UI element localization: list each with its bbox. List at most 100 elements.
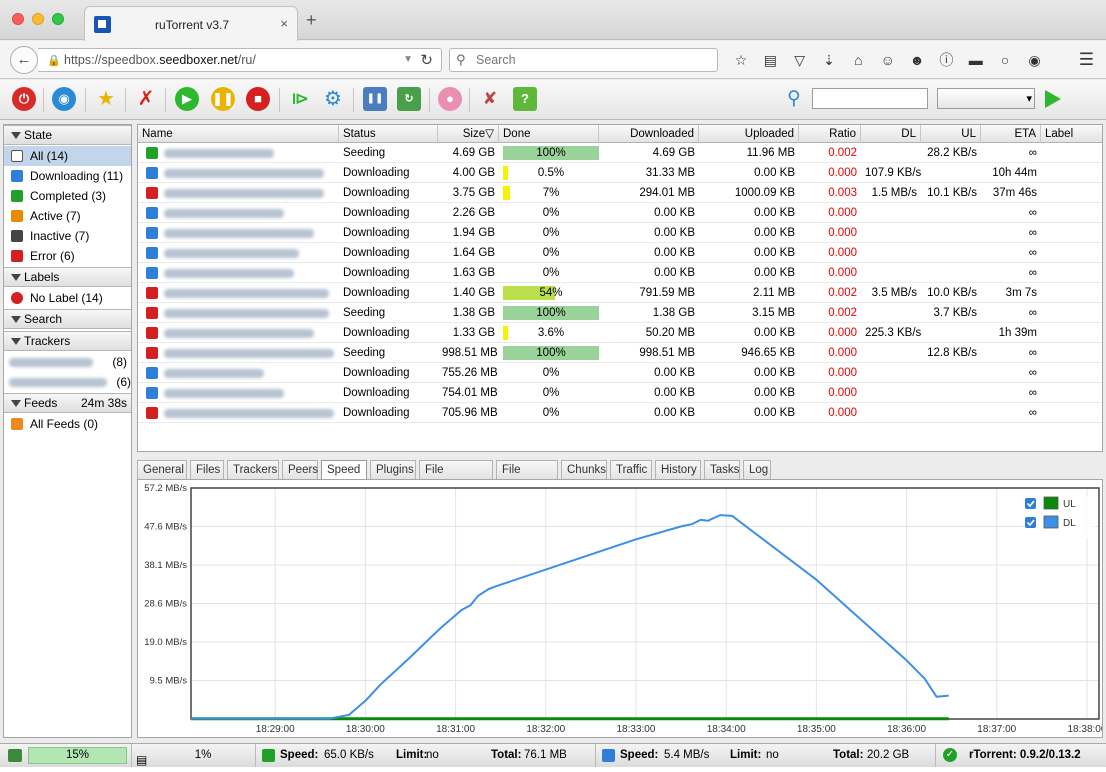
col-ul[interactable]: UL xyxy=(921,125,981,143)
table-row[interactable]: Downloading 3.75 GB 294.01 MB 1000.09 KB 0.0… xyxy=(138,183,1102,203)
magnifier-icon[interactable]: ⚲ xyxy=(782,87,806,111)
globe-add-url-icon[interactable]: ◉ xyxy=(52,87,76,111)
home-icon[interactable]: ⌂ xyxy=(845,52,871,68)
table-row[interactable]: Downloading 1.94 GB 0.00 KB 0.00 KB 0.000 ∞ 0% xyxy=(138,223,1102,243)
emoji-icon[interactable]: ☺ xyxy=(875,52,901,68)
labels-header[interactable]: Labels xyxy=(4,267,131,287)
col-downloaded[interactable]: Downloaded xyxy=(599,125,699,143)
pause-all-icon[interactable]: ❚❚ xyxy=(363,87,387,111)
tab-file-manager[interactable]: File Manager xyxy=(419,460,493,494)
feeds-header[interactable]: Feeds 24m 38s xyxy=(4,393,131,413)
table-row[interactable]: Downloading 1.33 GB 50.20 MB 0.00 KB 0.000 22… xyxy=(138,323,1102,343)
search-engine-select[interactable] xyxy=(937,88,1035,109)
browser-tab[interactable]: ruTorrent v3.7 × xyxy=(84,6,298,41)
search-go-icon[interactable] xyxy=(1045,90,1061,108)
power-icon[interactable]: ⏻ xyxy=(12,87,36,111)
legend-checkbox-dl[interactable] xyxy=(1025,517,1036,528)
tab-log[interactable]: Log xyxy=(743,460,771,480)
table-row[interactable]: Downloading 2.26 GB 0.00 KB 0.00 KB 0.000 ∞ 0% xyxy=(138,203,1102,223)
sidebar-item-tracker[interactable]: (8) xyxy=(9,353,131,371)
close-window-button[interactable] xyxy=(12,13,24,25)
tab-tasks[interactable]: Tasks xyxy=(704,460,740,480)
zoom-window-button[interactable] xyxy=(52,13,64,25)
reload-icon[interactable]: ↻ xyxy=(420,51,433,69)
download-status[interactable]: Speed: 5.4 MB/s Limit: no Total: 20.2 GB xyxy=(596,744,936,767)
col-size[interactable]: Size▽ xyxy=(438,125,499,143)
rss-icon[interactable]: ⧐ xyxy=(288,87,312,111)
ruler-icon[interactable]: ▬ xyxy=(963,52,989,68)
sidebar-item-no-label[interactable]: No Label (14) xyxy=(4,288,131,308)
new-tab-button[interactable]: + xyxy=(306,11,317,29)
refresh-all-icon[interactable]: ↻ xyxy=(397,87,421,111)
start-icon[interactable]: ▶ xyxy=(175,87,199,111)
sidebar-item-state[interactable]: Inactive (7) xyxy=(4,226,131,246)
cell-dl xyxy=(861,403,921,423)
sidebar-item-state[interactable]: Active (7) xyxy=(4,206,131,226)
cupcake-icon[interactable]: ● xyxy=(438,87,462,111)
trackers-header[interactable]: Trackers xyxy=(4,331,131,351)
col-label[interactable]: Label xyxy=(1041,125,1102,143)
pocket-icon[interactable]: ▽ xyxy=(787,52,813,69)
browser-search-input[interactable]: ⚲ Search xyxy=(449,48,718,72)
table-row[interactable]: Downloading 1.64 GB 0.00 KB 0.00 KB 0.000 ∞ 0% xyxy=(138,243,1102,263)
url-bar[interactable]: 🔒 https://speedbox.seedboxer.net/ru/ ▼ ↻ xyxy=(38,48,442,72)
col-status[interactable]: Status xyxy=(339,125,438,143)
col-uploaded[interactable]: Uploaded xyxy=(699,125,799,143)
table-row[interactable]: Seeding 1.38 GB 1.38 GB 3.15 MB 0.002 3.7 KB/… xyxy=(138,303,1102,323)
table-row[interactable]: Seeding 998.51 MB 998.51 MB 946.65 KB 0.000 1… xyxy=(138,343,1102,363)
monkey-icon[interactable]: ◉ xyxy=(1021,52,1047,69)
table-row[interactable]: Downloading 4.00 GB 31.33 MB 0.00 KB 0.000 10… xyxy=(138,163,1102,183)
sidebar-item-state[interactable]: All (14) xyxy=(4,146,131,166)
star-icon[interactable]: ★ xyxy=(94,87,118,111)
upload-status[interactable]: Speed: 65.0 KB/s Limit: no Total: 76.1 M… xyxy=(256,744,596,767)
sidebar-item-state[interactable]: Completed (3) xyxy=(4,186,131,206)
bookmark-star-icon[interactable]: ☆ xyxy=(728,52,754,69)
tab-file-share[interactable]: File Share xyxy=(496,460,558,494)
stop-icon[interactable]: ■ xyxy=(246,87,270,111)
table-row[interactable]: Downloading 754.01 MB 0.00 KB 0.00 KB 0.000 ∞… xyxy=(138,383,1102,403)
col-eta[interactable]: ETA xyxy=(981,125,1041,143)
tab-trackers[interactable]: Trackers xyxy=(227,460,279,480)
chat-icon[interactable]: ☻ xyxy=(904,52,930,68)
table-row[interactable]: Downloading 705.96 MB 0.00 KB 0.00 KB 0.000 ∞… xyxy=(138,403,1102,423)
tab-general[interactable]: General xyxy=(137,460,187,480)
sidebar-item-tracker[interactable]: (6) xyxy=(9,373,131,391)
sidebar-item-state[interactable]: Downloading (11) xyxy=(4,166,131,186)
col-dl[interactable]: DL xyxy=(861,125,921,143)
table-row[interactable]: Downloading 1.63 GB 0.00 KB 0.00 KB 0.000 ∞ 0% xyxy=(138,263,1102,283)
table-row[interactable]: Seeding 4.69 GB 4.69 GB 11.96 MB 0.002 28.2 K… xyxy=(138,143,1102,163)
tab-plugins[interactable]: Plugins xyxy=(370,460,416,480)
settings-gear-icon[interactable]: ⚙ xyxy=(321,87,345,111)
dl-total-label: Total: xyxy=(833,749,864,761)
tab-files[interactable]: Files xyxy=(190,460,224,480)
tab-chunks[interactable]: Chunks xyxy=(561,460,607,480)
pause-icon[interactable]: ❚❚ xyxy=(211,87,235,111)
sidebar-item-all-feeds[interactable]: All Feeds (0) xyxy=(4,414,131,434)
minimize-window-button[interactable] xyxy=(32,13,44,25)
remove-x-icon[interactable]: ✗ xyxy=(134,87,158,111)
col-ratio[interactable]: Ratio xyxy=(799,125,861,143)
table-row[interactable]: Downloading 1.40 GB 791.59 MB 2.11 MB 0.002 3… xyxy=(138,283,1102,303)
info-icon[interactable]: ⓘ xyxy=(933,50,959,70)
state-header[interactable]: State xyxy=(4,125,131,145)
lightbulb-icon[interactable]: ○ xyxy=(992,52,1018,68)
search-header[interactable]: Search xyxy=(4,309,131,329)
hamburger-menu-icon[interactable]: ☰ xyxy=(1079,50,1094,70)
url-dropdown-icon[interactable]: ▼ xyxy=(403,54,413,65)
downloads-icon[interactable]: ⇣ xyxy=(816,52,842,69)
tab-close-icon[interactable]: × xyxy=(280,16,288,31)
table-row[interactable]: Downloading 755.26 MB 0.00 KB 0.00 KB 0.000 ∞… xyxy=(138,363,1102,383)
sidebar-item-state[interactable]: Error (6) xyxy=(4,246,131,266)
help-icon[interactable]: ? xyxy=(513,87,537,111)
tab-history[interactable]: History xyxy=(655,460,701,480)
tab-traffic[interactable]: Traffic xyxy=(610,460,652,480)
back-button[interactable]: ← xyxy=(10,46,38,74)
tab-speed[interactable]: Speed xyxy=(321,460,367,481)
col-name[interactable]: Name xyxy=(138,125,339,143)
col-done[interactable]: Done xyxy=(499,125,599,143)
tab-peers[interactable]: Peers xyxy=(282,460,318,480)
reading-list-icon[interactable]: ▤ xyxy=(757,52,783,69)
torrent-search-input[interactable] xyxy=(812,88,928,109)
legend-checkbox-ul[interactable] xyxy=(1025,498,1036,509)
tools-icon[interactable]: ✘ xyxy=(478,87,502,111)
